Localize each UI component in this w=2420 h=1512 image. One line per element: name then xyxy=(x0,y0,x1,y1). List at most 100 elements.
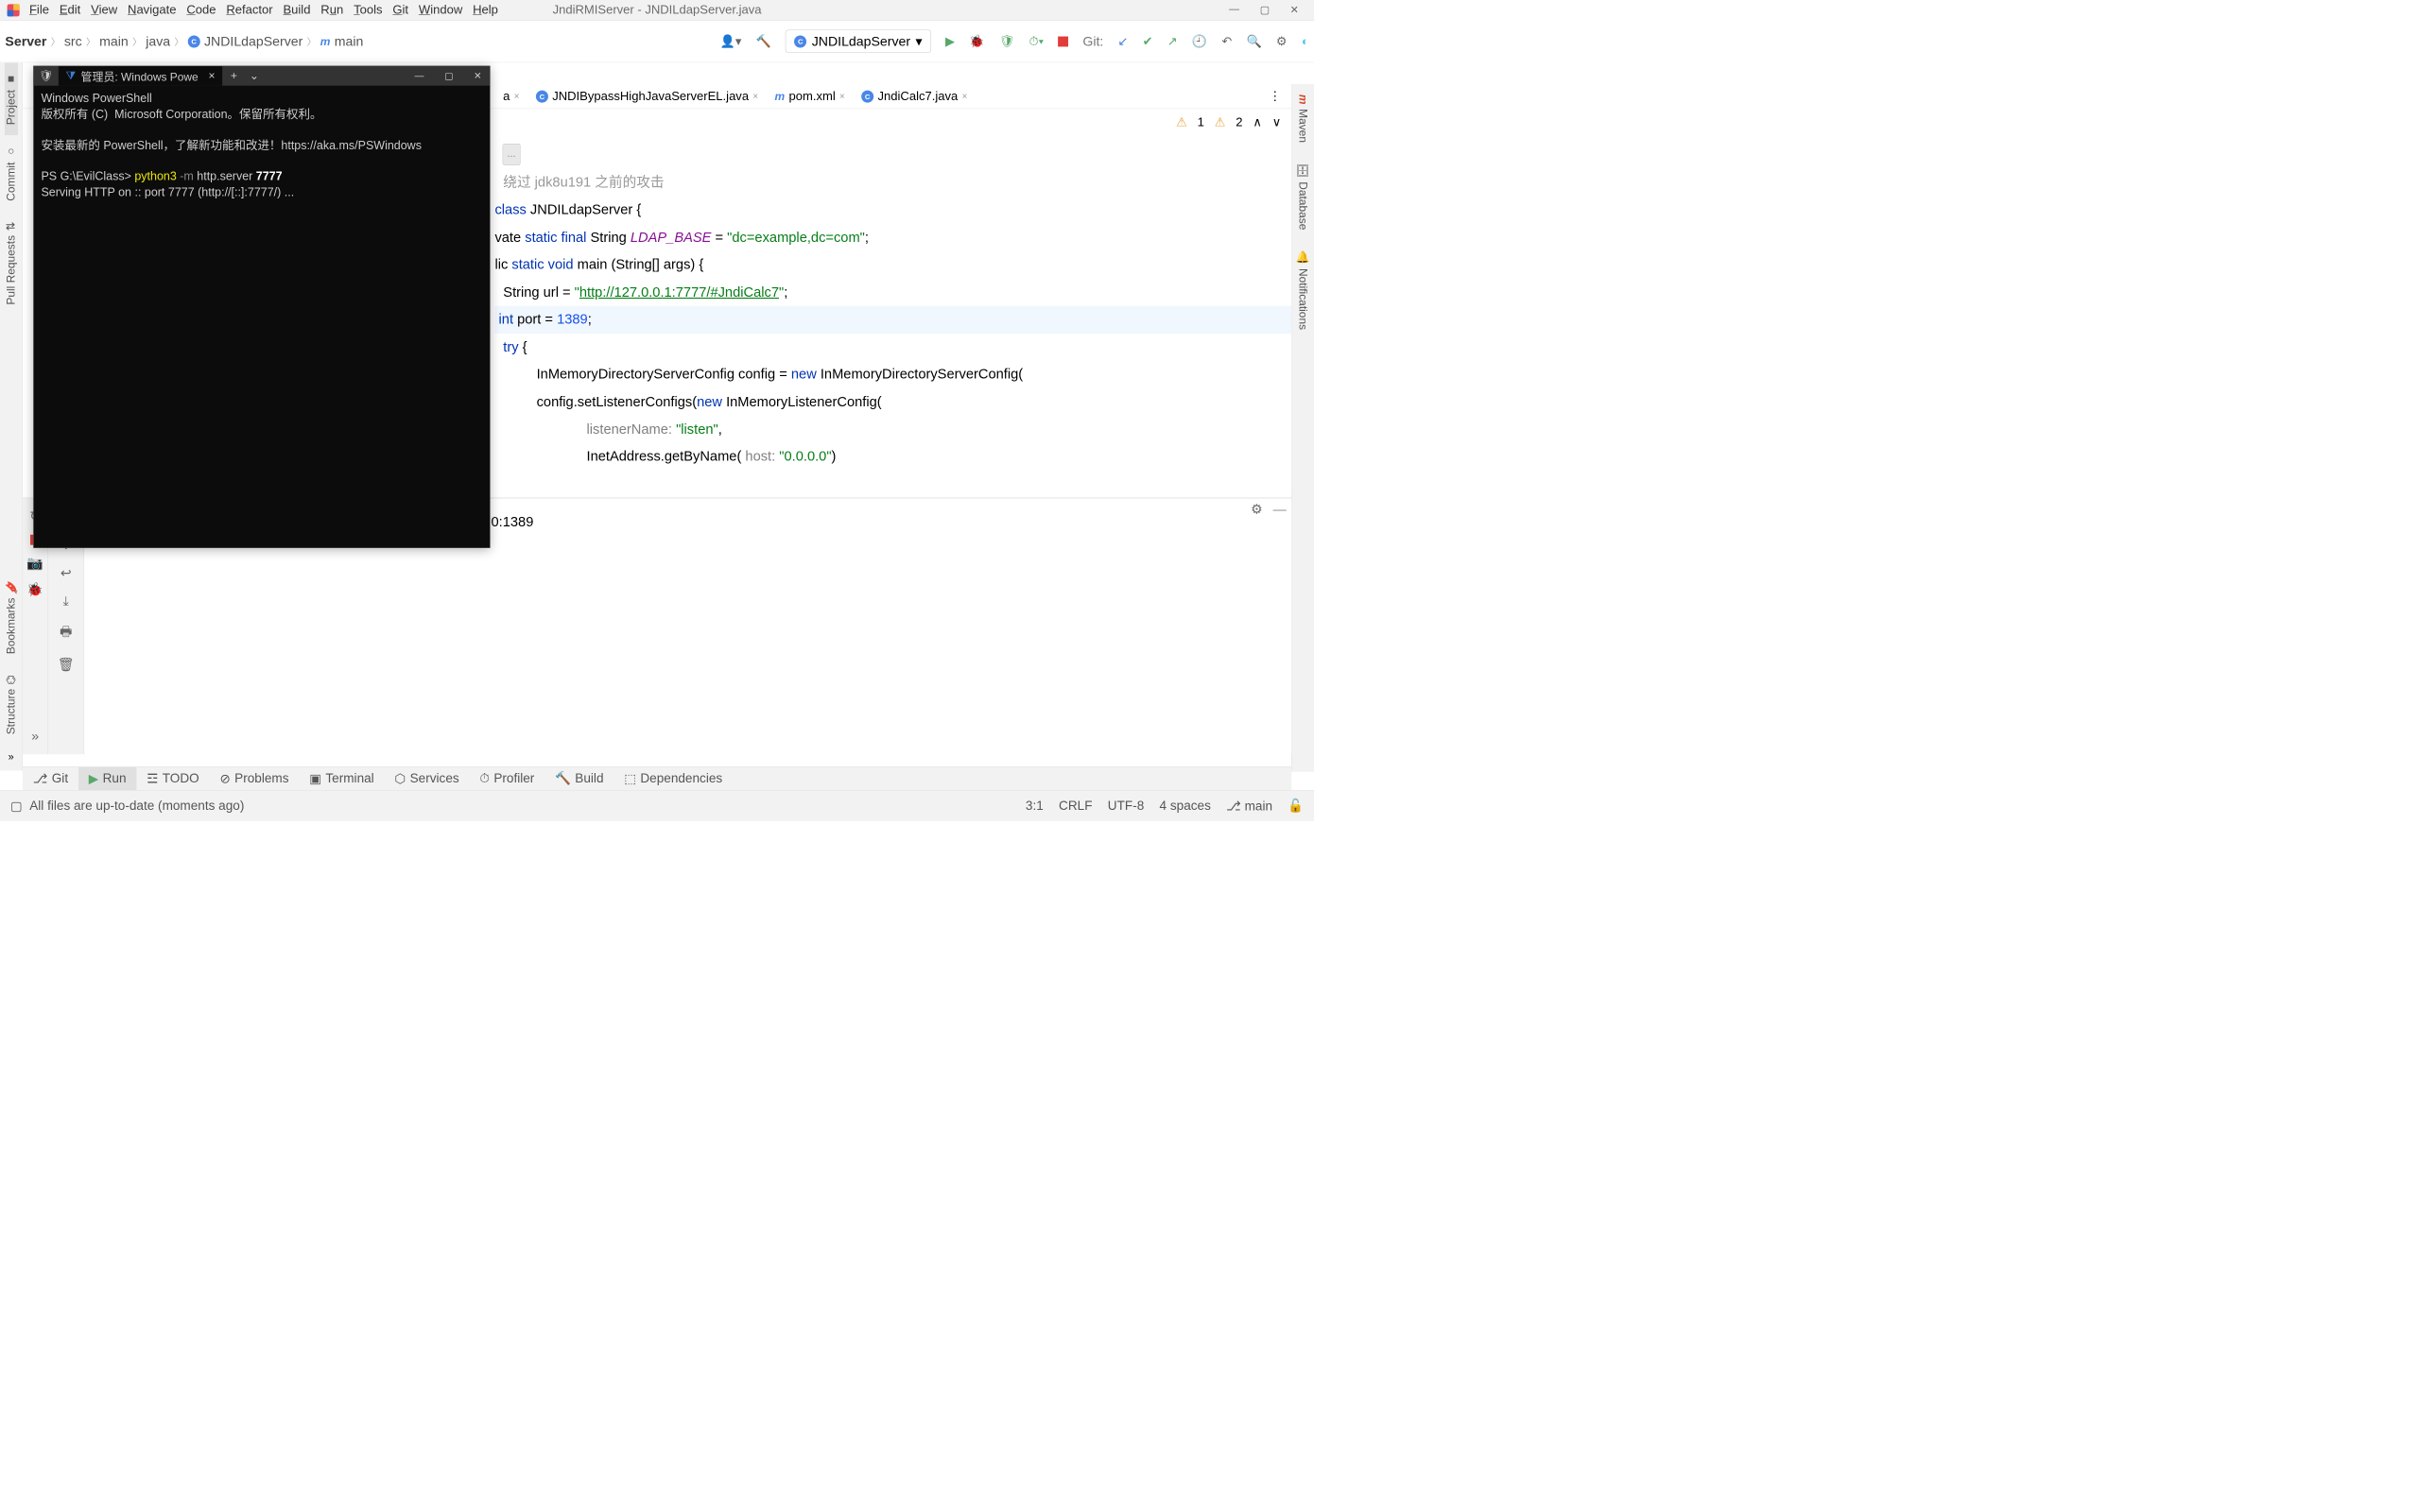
chevron-down-icon[interactable]: ⌄ xyxy=(246,69,264,82)
close-icon[interactable]: × xyxy=(839,91,845,101)
camera-icon[interactable]: 📷 xyxy=(26,556,43,572)
more-tabs-icon[interactable]: ⋮ xyxy=(1269,89,1281,104)
code-token: { xyxy=(523,339,527,354)
search-icon[interactable]: 🔍 xyxy=(1246,34,1261,49)
tool-tab-commit[interactable]: Commit ○ xyxy=(5,135,18,212)
tab-run[interactable]: ▶ Run xyxy=(78,767,136,790)
softwrap-icon[interactable]: ↩ xyxy=(60,565,72,581)
terminal-tab[interactable]: ⧩ 管理员: Windows Powe × xyxy=(59,66,222,86)
more-icon[interactable]: » xyxy=(31,729,39,745)
status-encoding[interactable]: UTF-8 xyxy=(1108,799,1144,814)
git-commit-icon[interactable]: ✔ xyxy=(1143,34,1153,49)
code-fold-icon[interactable]: ... xyxy=(503,144,521,165)
breadcrumb-item[interactable]: src xyxy=(64,33,82,49)
close-icon[interactable]: × xyxy=(752,91,758,101)
breadcrumb[interactable]: Server 〉 src 〉 main 〉 java 〉 C JNDILdapS… xyxy=(5,33,363,49)
editor-tab[interactable]: m pom.xml × xyxy=(767,84,854,109)
status-branch[interactable]: ⎇ main xyxy=(1226,799,1272,814)
maximize-icon[interactable]: ▢ xyxy=(1260,4,1270,17)
tab-build[interactable]: 🔨 Build xyxy=(544,767,614,790)
terminal-output[interactable]: Windows PowerShell 版权所有 (C) Microsoft Co… xyxy=(34,86,490,548)
editor-tab[interactable]: a × xyxy=(494,84,527,109)
close-icon[interactable]: × xyxy=(514,91,520,101)
run-icon[interactable]: ▶ xyxy=(945,34,955,49)
menu-edit[interactable]: Edit xyxy=(60,3,80,17)
minimize-icon[interactable]: — xyxy=(415,71,424,81)
code-token: new xyxy=(697,394,726,409)
coverage-icon[interactable]: 🛡 xyxy=(999,34,1015,49)
tool-tab-project[interactable]: Project ■ xyxy=(5,62,18,135)
tool-tab-database[interactable]: 🗄 Database xyxy=(1296,153,1309,240)
git-revert-icon[interactable]: ↶ xyxy=(1221,34,1232,49)
git-update-icon[interactable]: ↙ xyxy=(1118,34,1129,49)
build-hammer-icon[interactable]: 🔨 xyxy=(756,34,771,49)
code-token: String xyxy=(591,230,631,245)
breadcrumb-root[interactable]: Server xyxy=(5,33,46,49)
status-eol[interactable]: CRLF xyxy=(1059,799,1092,814)
minimize-icon[interactable]: — xyxy=(1273,502,1287,518)
git-history-icon[interactable]: 🕘 xyxy=(1192,34,1207,49)
tool-tab-maven[interactable]: m Maven xyxy=(1296,84,1309,153)
git-push-icon[interactable]: ↗ xyxy=(1167,34,1178,49)
breadcrumb-file[interactable]: JNDILdapServer xyxy=(204,33,302,49)
status-position[interactable]: 3:1 xyxy=(1026,799,1044,814)
close-icon[interactable]: × xyxy=(962,91,968,101)
trash-icon[interactable]: 🗑 xyxy=(58,657,75,673)
print-icon[interactable]: 🖶 xyxy=(60,622,72,644)
tool-tab-structure[interactable]: Structure ⌬ xyxy=(5,664,18,745)
swirl-icon[interactable]: ◐ xyxy=(1302,34,1309,48)
user-icon[interactable]: 👤▾ xyxy=(720,34,742,49)
code-token: new xyxy=(791,367,821,382)
new-tab-icon[interactable]: + xyxy=(222,69,245,82)
editor-tab[interactable]: C JndiCalc7.java × xyxy=(853,84,976,109)
breadcrumb-item[interactable]: java xyxy=(146,33,170,49)
close-icon[interactable]: ✕ xyxy=(474,71,481,81)
close-icon[interactable]: × xyxy=(209,69,216,82)
tab-git[interactable]: ⎇ Git xyxy=(23,767,78,790)
menu-file[interactable]: File xyxy=(29,3,49,17)
gear-icon[interactable]: ⚙ xyxy=(1276,34,1288,49)
terminal-window: 🛡 ⧩ 管理员: Windows Powe × + ⌄ — ▢ ✕ Window… xyxy=(33,66,490,548)
menu-view[interactable]: View xyxy=(91,3,117,17)
tool-tab-pull-requests[interactable]: Pull Requests ⇅ xyxy=(5,212,18,316)
menu-git[interactable]: Git xyxy=(392,3,408,17)
code-url[interactable]: http://127.0.0.1:7777/#JndiCalc7 xyxy=(579,284,779,300)
tab-services[interactable]: ⬡ Services xyxy=(385,767,470,790)
gear-icon[interactable]: ⚙ xyxy=(1251,502,1263,518)
run-config-selector[interactable]: C JNDILdapServer ▾ xyxy=(786,29,931,52)
close-icon[interactable]: ✕ xyxy=(1290,4,1299,17)
tab-dependencies[interactable]: ⬚ Dependencies xyxy=(614,767,733,790)
tool-tab-notifications[interactable]: 🔔 Notifications xyxy=(1296,240,1309,340)
java-class-icon: C xyxy=(861,90,873,102)
menu-window[interactable]: Window xyxy=(419,3,462,17)
breadcrumb-method[interactable]: main xyxy=(335,33,364,49)
menu-help[interactable]: Help xyxy=(473,3,498,17)
tab-profiler[interactable]: ⏱ Profiler xyxy=(470,767,545,790)
menu-build[interactable]: Build xyxy=(283,3,310,17)
terminal-title-bar[interactable]: 🛡 ⧩ 管理员: Windows Powe × + ⌄ — ▢ ✕ xyxy=(34,66,490,86)
menu-code[interactable]: Code xyxy=(186,3,216,17)
tab-problems[interactable]: ⊘ Problems xyxy=(210,767,300,790)
breadcrumb-item[interactable]: main xyxy=(99,33,129,49)
tool-tab-bookmarks[interactable]: Bookmarks 🔖 xyxy=(5,570,18,664)
minimize-icon[interactable]: — xyxy=(1229,4,1239,17)
tab-terminal[interactable]: ▣ Terminal xyxy=(299,767,384,790)
scroll-end-icon[interactable]: ⤓ xyxy=(63,593,69,610)
menu-run[interactable]: Run xyxy=(320,3,343,17)
debug-icon[interactable]: 🐞 xyxy=(969,34,984,49)
menu-refactor[interactable]: Refactor xyxy=(226,3,272,17)
menu-navigate[interactable]: Navigate xyxy=(128,3,176,17)
profile-icon[interactable]: ⏱▾ xyxy=(1028,34,1044,48)
stop-icon[interactable] xyxy=(1058,36,1068,46)
status-icon[interactable]: ▢ xyxy=(10,799,23,814)
debug-icon[interactable]: 🐞 xyxy=(26,581,43,597)
menu-tools[interactable]: Tools xyxy=(354,3,382,17)
code-token: int xyxy=(499,312,518,327)
menu-bar: File Edit View Navigate Code Refactor Bu… xyxy=(29,3,498,17)
tab-todo[interactable]: ☲ TODO xyxy=(136,767,209,790)
more-icon[interactable]: » xyxy=(1,745,21,771)
status-indent[interactable]: 4 spaces xyxy=(1160,799,1211,814)
lock-icon[interactable]: 🔓 xyxy=(1288,799,1304,814)
editor-tab[interactable]: CJNDIBypassHighJavaServerEL.java × xyxy=(527,84,767,109)
maximize-icon[interactable]: ▢ xyxy=(444,71,453,81)
